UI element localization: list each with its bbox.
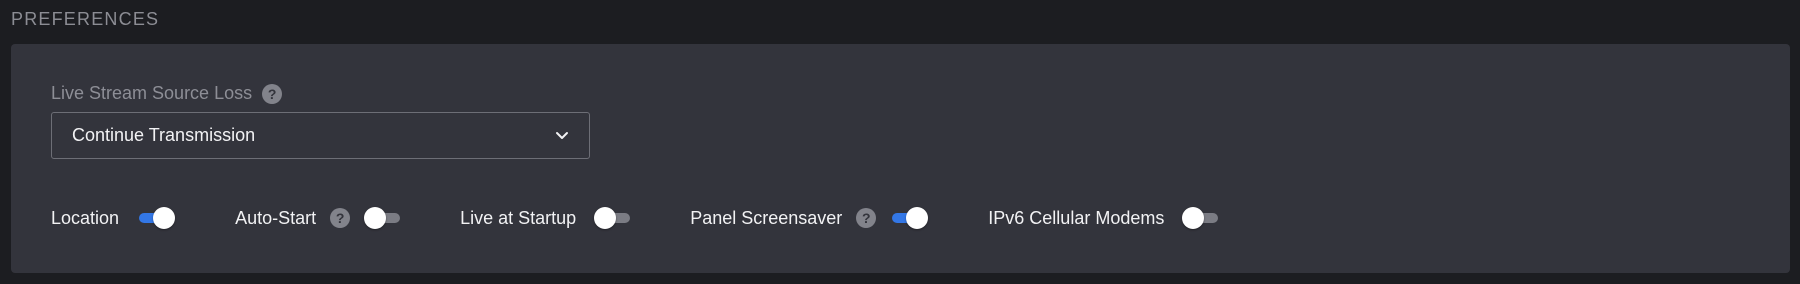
- toggles-row: Location Auto-Start ? Live at Startup Pa…: [51, 204, 1220, 232]
- toggle-location: Location: [51, 207, 176, 229]
- panel-screensaver-switch[interactable]: [890, 207, 929, 229]
- live-at-startup-switch[interactable]: [594, 207, 632, 229]
- toggle-location-label: Location: [51, 207, 120, 228]
- location-switch[interactable]: [137, 207, 176, 229]
- help-icon[interactable]: ?: [262, 83, 283, 104]
- source-loss-label-row: Live Stream Source Loss ?: [51, 83, 283, 104]
- toggle-auto-start: Auto-Start ?: [235, 207, 402, 229]
- help-icon[interactable]: ?: [856, 208, 877, 228]
- toggle-ipv6-cellular-modems-label: IPv6 Cellular Modems: [988, 207, 1165, 228]
- toggle-auto-start-label: Auto-Start: [235, 207, 317, 228]
- toggle-live-at-startup-label: Live at Startup: [460, 207, 577, 228]
- source-loss-selected-value: Continue Transmission: [72, 125, 256, 145]
- toggle-panel-screensaver-label: Panel Screensaver: [690, 207, 843, 228]
- source-loss-select[interactable]: Continue Transmission: [51, 112, 590, 159]
- toggle-panel-screensaver: Panel Screensaver ?: [690, 207, 929, 229]
- preferences-panel: Live Stream Source Loss ? Continue Trans…: [11, 44, 1790, 273]
- toggle-live-at-startup: Live at Startup: [460, 207, 632, 229]
- ipv6-cellular-modems-switch[interactable]: [1182, 207, 1220, 229]
- help-icon[interactable]: ?: [330, 208, 351, 228]
- section-title: PREFERENCES: [11, 9, 160, 29]
- chevron-down-icon: [555, 131, 569, 140]
- toggle-ipv6-cellular-modems: IPv6 Cellular Modems: [988, 207, 1220, 229]
- auto-start-switch[interactable]: [364, 207, 402, 229]
- source-loss-label: Live Stream Source Loss: [51, 83, 253, 103]
